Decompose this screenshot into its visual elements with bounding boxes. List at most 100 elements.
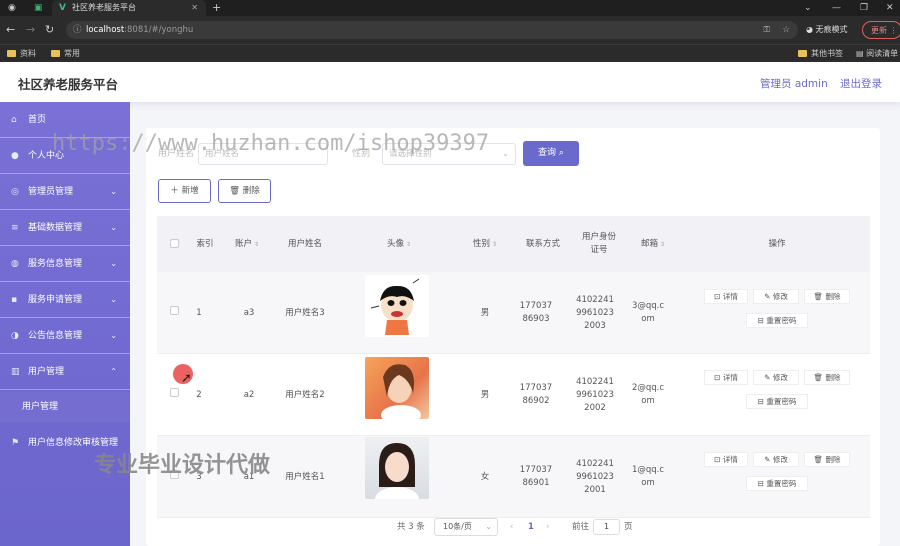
- avatar-photo: [365, 357, 429, 419]
- th-label: 性别: [472, 238, 490, 249]
- edit-button[interactable]: ✎ 修改: [753, 289, 799, 304]
- sidebar-item-notice[interactable]: ◑ 公告信息管理 ⌄: [0, 318, 130, 354]
- app-header: 社区养老服务平台 管理员 admin 退出登录: [0, 62, 900, 102]
- browser-tab[interactable]: V 社区养老服务平台 ✕: [52, 0, 206, 16]
- folder-icon: [51, 50, 60, 57]
- th-phone[interactable]: 联系方式: [519, 216, 567, 272]
- maximize-icon[interactable]: ❐: [860, 0, 868, 16]
- incognito-label: 无痕模式: [815, 25, 848, 34]
- delete-button[interactable]: 🗑 删除: [804, 452, 850, 467]
- pinned-tab-icon[interactable]: ▣: [34, 0, 43, 16]
- admin-label[interactable]: 管理员 admin: [760, 76, 828, 91]
- page-size-value: 10条/页: [443, 522, 472, 531]
- th-label: 头像: [386, 238, 404, 249]
- sidebar-subitem-user-manage[interactable]: 用户管理: [0, 392, 130, 422]
- th-label: 邮箱: [640, 238, 658, 249]
- cell-account: a2: [243, 389, 255, 400]
- sidebar-item-label: 首页: [28, 115, 47, 125]
- cell-id-card: 410224199610232002: [576, 376, 614, 413]
- back-icon[interactable]: ←: [6, 22, 15, 38]
- th-id-card[interactable]: 用户身份证号: [575, 216, 623, 272]
- sidebar-item-label: 用户管理: [28, 367, 65, 377]
- th-email[interactable]: 邮箱 ⇕: [631, 216, 675, 272]
- watermark-url: https://www.huzhan.com/ishop39397: [52, 131, 490, 156]
- reading-list[interactable]: ▤ 阅读清单: [856, 45, 898, 62]
- tab-search-icon[interactable]: ⌄: [804, 0, 812, 16]
- tab-close-icon[interactable]: ✕: [191, 0, 198, 16]
- sort-icon[interactable]: ⇕: [660, 238, 665, 251]
- sidebar-item-basic-data[interactable]: ≡ 基础数据管理 ⌄: [0, 210, 130, 246]
- add-button[interactable]: ＋ 新增: [158, 179, 211, 203]
- page-number-current[interactable]: 1: [528, 518, 534, 536]
- delete-button[interactable]: 🗑 删除: [804, 370, 850, 385]
- sidebar-item-admin[interactable]: ◎ 管理员管理 ⌄: [0, 174, 130, 210]
- url-host: localhost: [86, 25, 125, 35]
- delete-button[interactable]: 🗑 删除: [804, 289, 850, 304]
- mouse-pointer-icon: ➚: [181, 371, 192, 386]
- reset-password-button[interactable]: ⊟ 重置密码: [746, 476, 808, 491]
- edit-button[interactable]: ✎ 修改: [753, 370, 799, 385]
- batch-delete-button[interactable]: 🗑 删除: [218, 179, 271, 203]
- update-button[interactable]: 更新 ⋮: [862, 21, 900, 39]
- cell-account: a3: [243, 307, 255, 318]
- bookmark-other[interactable]: 其他书签: [798, 45, 843, 62]
- browser-menu-icon[interactable]: ◉: [8, 0, 16, 16]
- sort-icon[interactable]: ⇕: [492, 238, 497, 251]
- bookmark-folder-1[interactable]: 资料: [7, 45, 36, 62]
- reload-icon[interactable]: ↻: [45, 22, 54, 38]
- site-info-icon[interactable]: ⓘ: [73, 21, 82, 39]
- page-size-select[interactable]: 10条/页 ⌄: [434, 518, 498, 536]
- trash-icon: 🗑: [813, 292, 826, 301]
- cell-phone: 17703786903: [519, 301, 553, 324]
- logout-link[interactable]: 退出登录: [840, 76, 882, 91]
- reset-password-button[interactable]: ⊟ 重置密码: [746, 394, 808, 409]
- detail-button[interactable]: ⊡ 详情: [704, 452, 748, 467]
- goto-page-input[interactable]: 1: [593, 519, 620, 535]
- prev-page-icon[interactable]: ‹: [510, 518, 513, 536]
- th-label: 用户身份证号: [581, 232, 616, 255]
- detail-button[interactable]: ⊡ 详情: [704, 370, 748, 385]
- add-label: 新增: [181, 186, 199, 196]
- incognito-indicator[interactable]: ◕ 无痕模式: [806, 21, 848, 39]
- edit-button[interactable]: ✎ 修改: [753, 452, 799, 467]
- minimize-icon[interactable]: —: [832, 0, 841, 16]
- th-avatar[interactable]: 头像 ⇕: [367, 216, 431, 272]
- home-icon: ⌂: [11, 115, 17, 125]
- folder-icon: [7, 50, 16, 57]
- next-page-icon[interactable]: ›: [546, 518, 549, 536]
- reset-password-button[interactable]: ⊟ 重置密码: [746, 313, 808, 328]
- th-gender[interactable]: 性别 ⇕: [463, 216, 507, 272]
- th-name[interactable]: 用户姓名: [279, 216, 331, 272]
- query-button[interactable]: 查询 ⌕: [523, 141, 579, 166]
- cell-id-card: 410224199610232003: [576, 294, 614, 331]
- th-account[interactable]: 账户 ⇕: [227, 216, 267, 272]
- sidebar-item-service-info[interactable]: ◍ 服务信息管理 ⌄: [0, 246, 130, 282]
- sidebar: ⌂ 首页 ● 个人中心 ◎ 管理员管理 ⌄ ≡ 基础数据管理 ⌄ ◍ 服务信息管理 ⌄ ▪ 服务申…: [0, 102, 130, 546]
- key-icon[interactable]: ⚿: [764, 21, 770, 39]
- delete-label: 删除: [825, 373, 841, 382]
- chevron-down-icon: ⌄: [110, 259, 117, 268]
- detail-icon: ⊡: [714, 455, 723, 464]
- bookmark-folder-2[interactable]: 常用: [51, 45, 80, 62]
- query-label: 查询: [538, 148, 557, 158]
- tab-title: 社区养老服务平台: [72, 3, 136, 12]
- table-row: 1 a3 用户姓名3 男 17703786903 410224199610232…: [157, 272, 870, 354]
- new-tab-icon[interactable]: +: [212, 0, 221, 16]
- chevron-down-icon: ⌄: [110, 187, 117, 196]
- row-checkbox[interactable]: [170, 306, 179, 315]
- sort-icon[interactable]: ⇕: [254, 238, 259, 251]
- forward-icon[interactable]: →: [26, 22, 35, 38]
- trash-icon: 🗑: [813, 455, 826, 464]
- address-bar-area: ← → ↻ ⓘ localhost:8081/#/yonghu ⚿ ☆ ◕ 无痕…: [0, 16, 900, 44]
- row-checkbox[interactable]: [170, 388, 179, 397]
- avatar-cartoon: [365, 275, 429, 337]
- select-all-checkbox[interactable]: [170, 239, 179, 248]
- th-index[interactable]: 索引: [189, 216, 221, 272]
- detail-button[interactable]: ⊡ 详情: [704, 289, 748, 304]
- url-input[interactable]: ⓘ localhost:8081/#/yonghu ⚿ ☆: [66, 21, 798, 39]
- star-icon[interactable]: ☆: [782, 21, 790, 39]
- sort-icon[interactable]: ⇕: [406, 238, 411, 251]
- window-close-icon[interactable]: ✕: [886, 0, 894, 16]
- sidebar-item-service-apply[interactable]: ▪ 服务申请管理 ⌄: [0, 282, 130, 318]
- sidebar-item-users[interactable]: ▥ 用户管理 ⌃: [0, 354, 130, 390]
